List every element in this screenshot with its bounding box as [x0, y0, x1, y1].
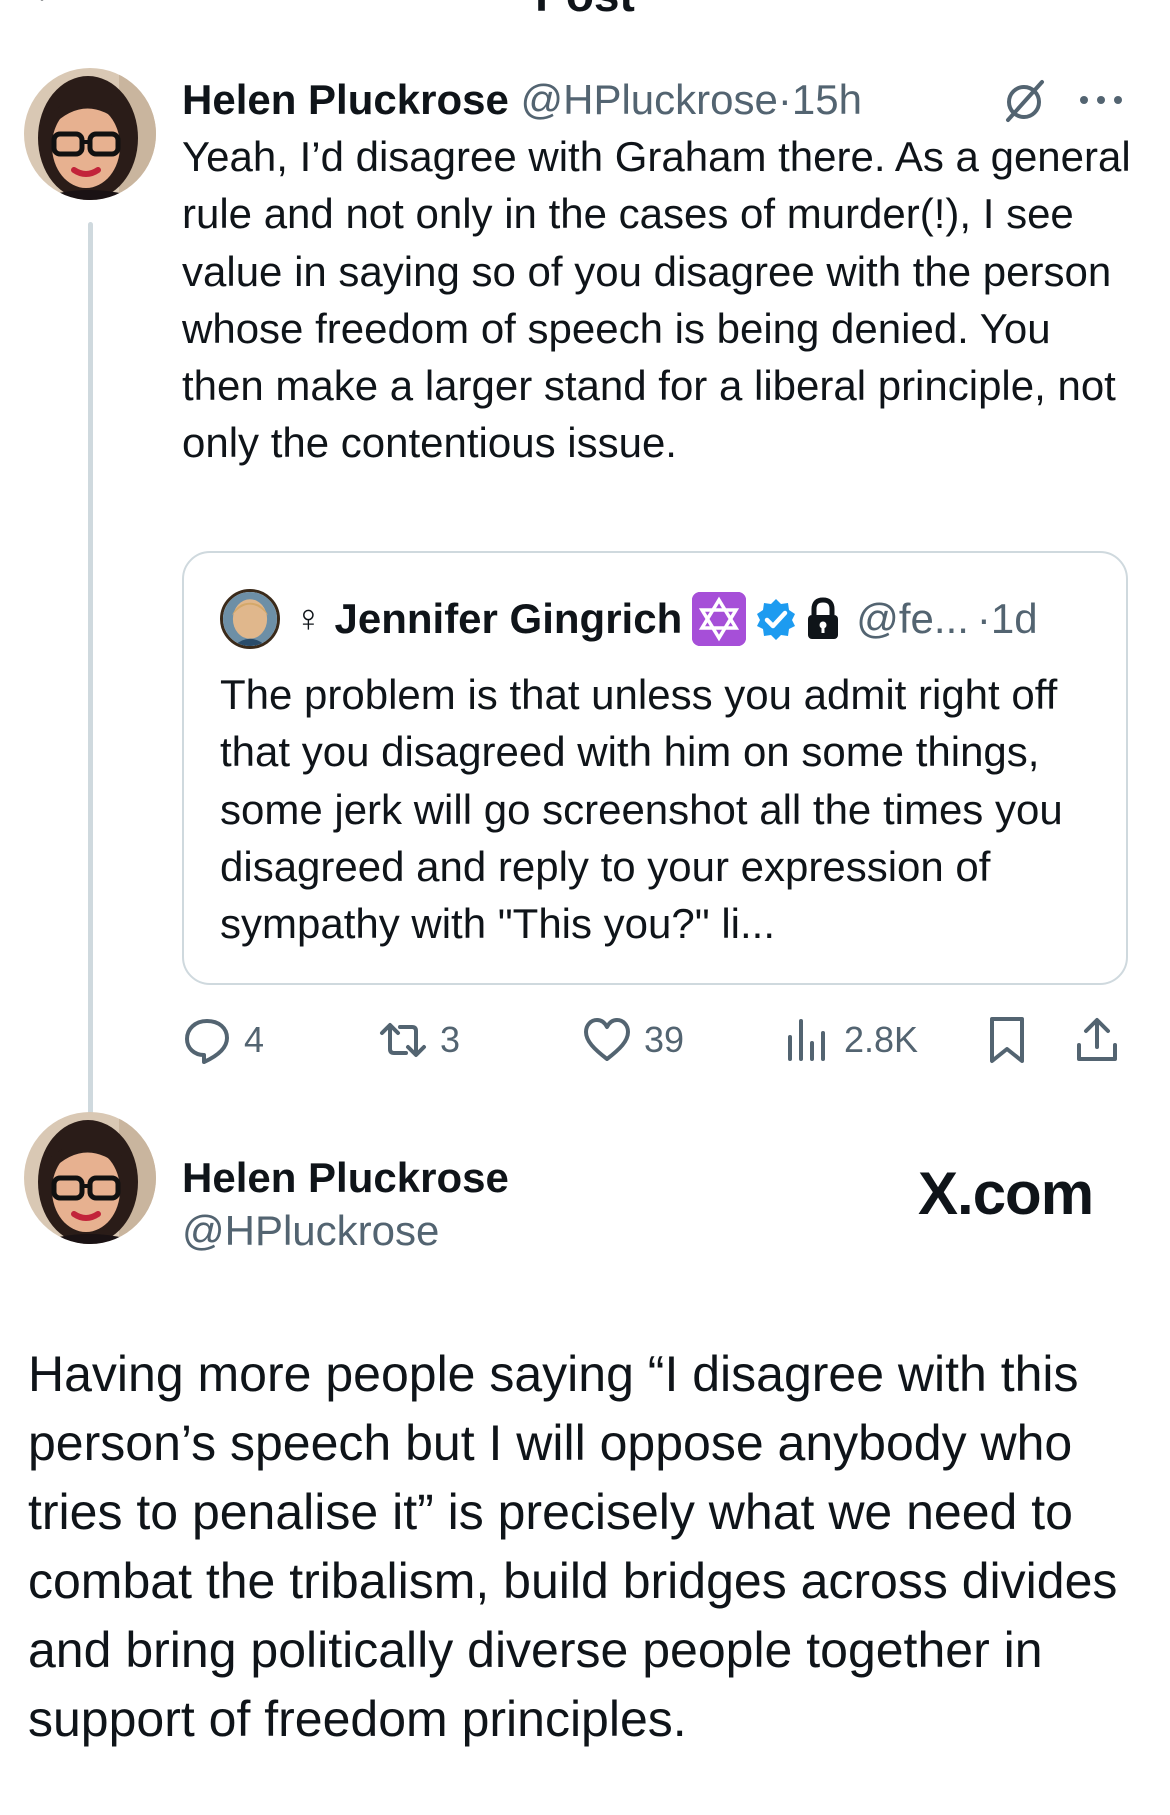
- like-count: 39: [644, 1019, 685, 1060]
- quote-separator: ·: [976, 595, 991, 642]
- author-name[interactable]: Helen Pluckrose: [182, 76, 509, 123]
- bookmark-button[interactable]: [982, 1012, 1032, 1068]
- views-icon: [788, 1019, 825, 1061]
- star-of-david-icon: [692, 592, 747, 646]
- quote-text: The problem is that unless you admit rig…: [220, 671, 1063, 948]
- card-avatar: [24, 1112, 156, 1244]
- views-count: 2.8K: [844, 1019, 919, 1060]
- quote-header: ♀ Jennifer Gingrich @fe... · 1d: [294, 589, 1038, 649]
- repost-count: 3: [440, 1019, 461, 1060]
- card-text: Having more people saying “I disagree wi…: [28, 1346, 1118, 1747]
- quote-handle: @fe...: [856, 595, 969, 642]
- author-handle[interactable]: @HPluckrose: [520, 76, 777, 123]
- share-icon: [1077, 1018, 1117, 1061]
- share-button[interactable]: [1072, 1012, 1122, 1068]
- quote-avatar: [220, 589, 280, 649]
- views-button[interactable]: 2.8K: [782, 1012, 918, 1068]
- reply-icon: [185, 1019, 229, 1064]
- tweet-text: Yeah, I’d disagree with Graham there. As…: [182, 133, 1131, 467]
- repost-icon: [380, 1023, 426, 1057]
- repost-button[interactable]: 3: [378, 1012, 460, 1068]
- more-options-icon[interactable]: [1076, 80, 1126, 120]
- thread-line: [88, 222, 93, 1127]
- verified-badge-icon: [757, 599, 796, 640]
- avatar[interactable]: [24, 68, 156, 200]
- like-button[interactable]: 39: [582, 1012, 684, 1068]
- quote-time: 1d: [990, 595, 1038, 642]
- tweet-header: Helen Pluckrose @HPluckrose·15h: [182, 72, 1142, 128]
- card-author-name: Helen Pluckrose: [182, 1154, 509, 1201]
- reply-button[interactable]: 4: [182, 1012, 264, 1068]
- tweet-actions: 4 3 39 2.8K: [182, 1012, 1128, 1068]
- heart-icon: [584, 1018, 630, 1061]
- card-author-handle: @HPluckrose: [182, 1207, 440, 1254]
- female-sign-icon: ♀: [294, 598, 323, 640]
- page-header: Post: [0, 0, 1170, 40]
- quote-author-name: Jennifer Gingrich: [334, 595, 683, 642]
- page-title: Post: [0, 0, 1170, 18]
- meta-separator: ·: [777, 76, 792, 123]
- quoted-tweet-card[interactable]: ♀ Jennifer Gingrich @fe... · 1d The prob…: [182, 551, 1128, 985]
- post-time[interactable]: 15h: [792, 76, 862, 123]
- grok-icon[interactable]: [1000, 76, 1048, 124]
- bookmark-icon: [990, 1017, 1024, 1063]
- x-logo-label: X.com: [918, 1160, 1094, 1227]
- lock-icon: [808, 597, 839, 639]
- reply-count: 4: [244, 1019, 265, 1060]
